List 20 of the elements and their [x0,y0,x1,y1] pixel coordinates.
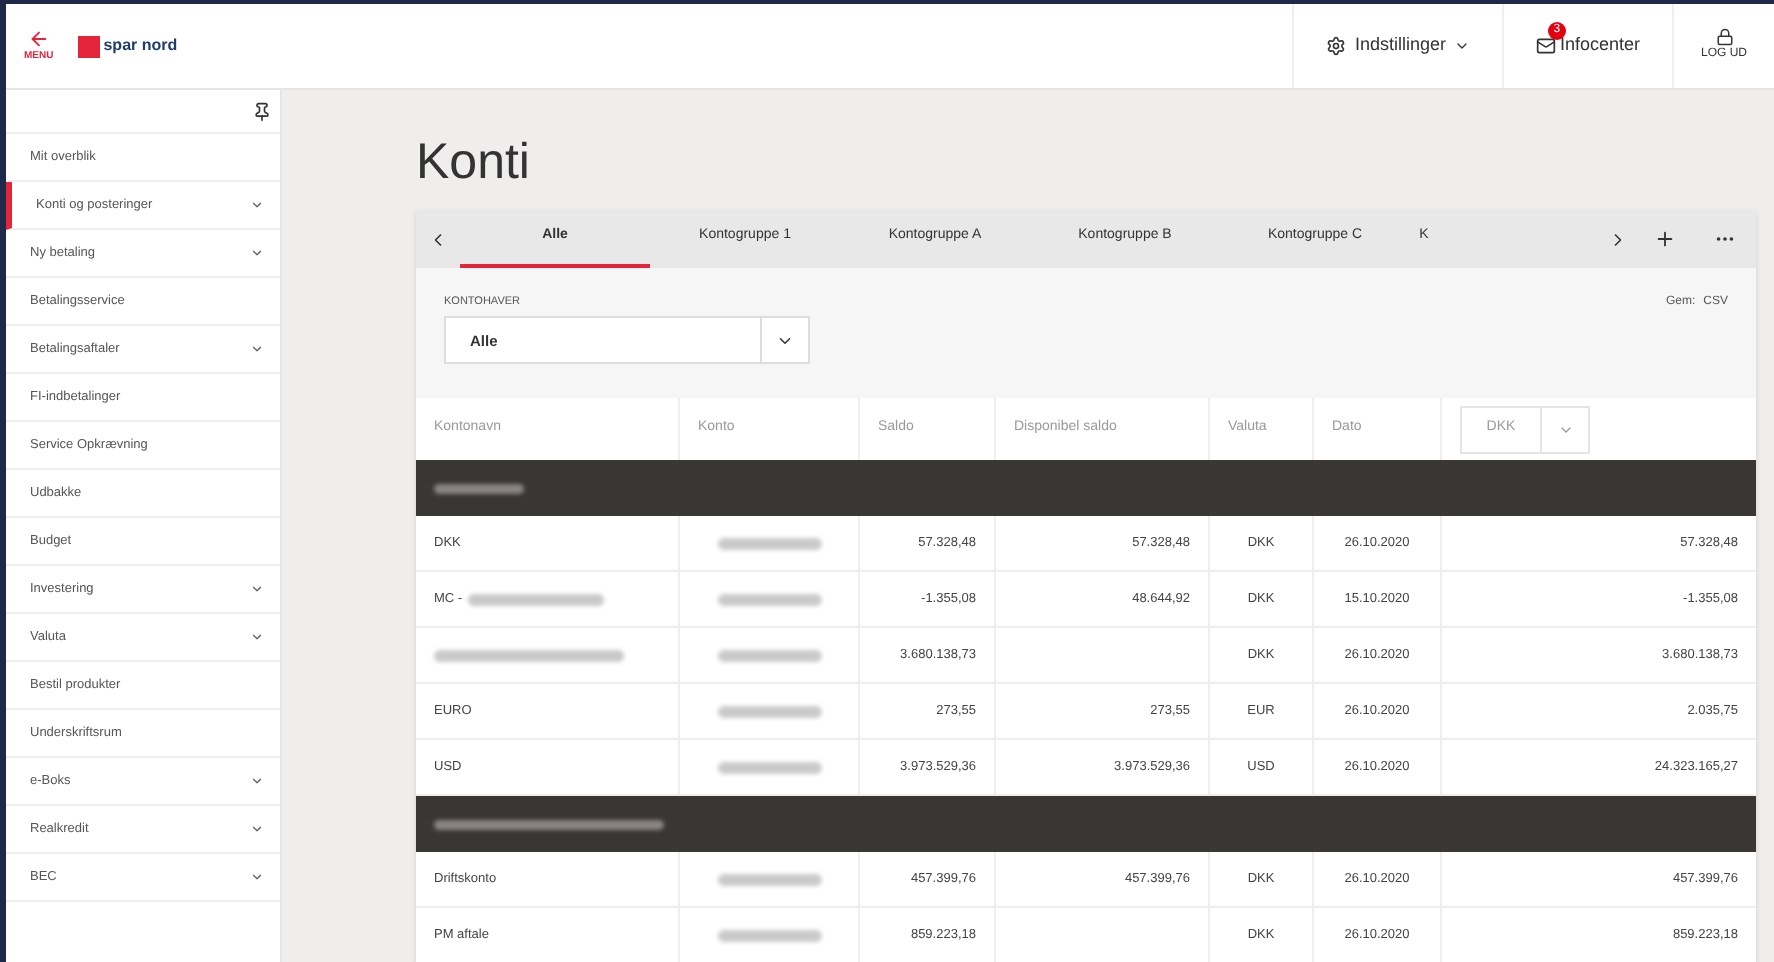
redacted-text [717,929,821,941]
redacted-text [434,483,524,493]
redacted-text [717,761,821,773]
logo-icon [77,35,100,57]
logo: spar nord [77,34,178,58]
redacted-text [717,537,821,549]
settings-menu-button[interactable]: Indstillinger [1292,4,1502,88]
page-title: Konti [416,132,532,194]
redacted-text [717,649,821,661]
add-icon[interactable] [1654,228,1676,250]
pin-icon[interactable] [252,101,272,121]
caret-icon [1453,38,1470,54]
redacted-text [717,593,821,605]
redacted-text [468,593,605,605]
menu-icon [27,27,50,50]
lock-icon [1715,28,1733,46]
redacted-text [717,705,821,717]
redacted-text [717,873,821,885]
settings-icon [1326,36,1347,56]
mail-icon [1535,36,1556,56]
